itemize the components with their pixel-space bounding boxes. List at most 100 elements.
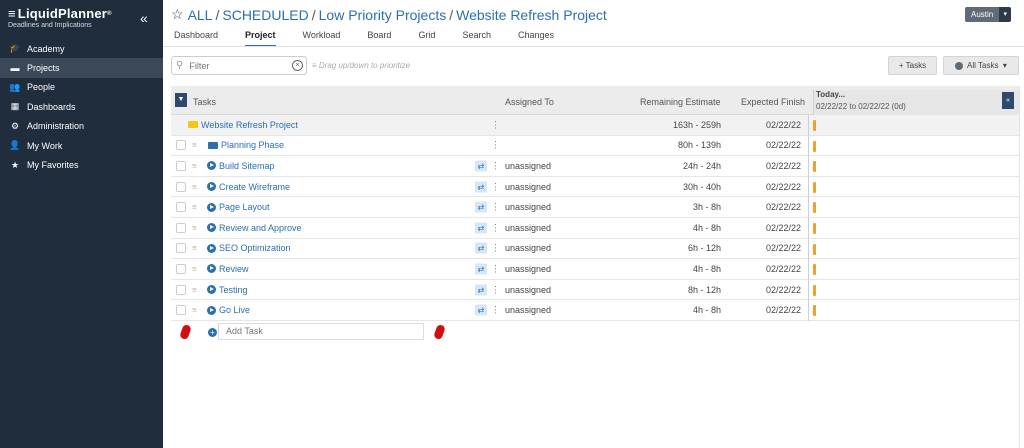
reassign-icon[interactable]: ⇄ — [475, 222, 487, 234]
assigned-to[interactable]: unassigned — [505, 243, 551, 253]
user-name[interactable]: Austin — [965, 7, 1000, 22]
tab-changes[interactable]: Changes — [518, 30, 554, 47]
more-options-icon[interactable]: ⋮ — [491, 181, 500, 192]
reassign-icon[interactable]: ⇄ — [475, 201, 487, 213]
breadcrumb-item[interactable]: Low Priority Projects — [319, 7, 447, 23]
header-assigned[interactable]: Assigned To — [505, 97, 554, 107]
drag-handle-icon[interactable]: ≡ — [192, 223, 197, 232]
row-checkbox[interactable] — [176, 284, 186, 295]
row-name[interactable]: Create Wireframe — [207, 182, 290, 192]
table-row[interactable]: ≡ Page Layout ⇄ ⋮ unassigned 3h - 8h 02/22/22 — [171, 197, 1019, 218]
sidebar-item-my-favorites[interactable]: ★ My Favorites — [0, 155, 163, 174]
assigned-to[interactable]: unassigned — [505, 182, 551, 192]
drag-handle-icon[interactable]: ≡ — [192, 203, 197, 212]
sidebar-item-people[interactable]: 👥 People — [0, 78, 163, 97]
expand-timeline-icon[interactable]: « — [1002, 92, 1014, 109]
table-row[interactable]: ≡ Review and Approve ⇄ ⋮ unassigned 4h - 8h 02… — [171, 217, 1019, 239]
header-remaining[interactable]: Remaining Estimate — [640, 97, 721, 107]
row-checkbox[interactable] — [176, 160, 186, 171]
table-row[interactable]: ≡ Go Live ⇄ ⋮ unassigned 4h - 8h 02/22/22 — [171, 300, 1019, 321]
collapse-all-icon[interactable]: ▼ — [175, 93, 187, 107]
drag-handle-icon[interactable]: ≡ — [192, 306, 197, 315]
tab-grid[interactable]: Grid — [418, 30, 435, 47]
reassign-icon[interactable]: ⇄ — [475, 181, 487, 193]
row-checkbox[interactable] — [176, 222, 186, 233]
more-options-icon[interactable]: ⋮ — [491, 140, 500, 151]
drag-handle-icon[interactable]: ≡ — [192, 244, 197, 253]
drag-handle-icon[interactable]: ≡ — [192, 182, 197, 191]
assigned-to[interactable]: unassigned — [505, 264, 551, 274]
reassign-icon[interactable]: ⇄ — [475, 304, 487, 316]
drag-handle-icon[interactable]: ≡ — [192, 264, 197, 273]
tab-board[interactable]: Board — [367, 30, 391, 47]
remaining-estimate[interactable]: 3h - 8h — [693, 202, 721, 212]
favorite-star-icon[interactable]: ☆ — [171, 6, 184, 23]
remaining-estimate[interactable]: 4h - 8h — [693, 305, 721, 315]
more-options-icon[interactable]: ⋮ — [491, 202, 500, 213]
add-task-input[interactable] — [218, 322, 424, 340]
table-row[interactable]: ≡ Create Wireframe ⇄ ⋮ unassigned 30h - 40h 02… — [171, 176, 1019, 198]
row-name[interactable]: Review — [207, 264, 249, 274]
sidebar-item-my-work[interactable]: 👤 My Work — [0, 136, 163, 155]
row-checkbox[interactable] — [176, 243, 186, 254]
more-options-icon[interactable]: ⋮ — [491, 222, 500, 233]
header-tasks[interactable]: Tasks — [193, 97, 216, 107]
sidebar-item-academy[interactable]: 🎓 Academy — [0, 39, 163, 58]
assigned-to[interactable]: unassigned — [505, 223, 551, 233]
more-options-icon[interactable]: ⋮ — [491, 243, 500, 254]
add-tasks-button[interactable]: + Tasks — [888, 56, 937, 75]
row-name[interactable]: Planning Phase — [208, 140, 284, 150]
drag-handle-icon[interactable]: ≡ — [192, 161, 197, 170]
table-row[interactable]: ≡ Review ⇄ ⋮ unassigned 4h - 8h 02/22/22 — [171, 259, 1019, 280]
remaining-estimate[interactable]: 4h - 8h — [693, 264, 721, 274]
remaining-estimate[interactable]: 163h - 259h — [673, 120, 721, 130]
clear-filter-icon[interactable]: × — [292, 60, 303, 71]
tab-search[interactable]: Search — [462, 30, 491, 47]
row-checkbox[interactable] — [176, 263, 186, 274]
add-task-icon[interactable]: + — [208, 327, 217, 337]
row-name[interactable]: Website Refresh Project — [188, 120, 298, 130]
tab-workload[interactable]: Workload — [303, 30, 341, 47]
row-checkbox[interactable] — [176, 140, 186, 151]
all-tasks-dropdown[interactable]: All Tasks ▾ — [943, 56, 1019, 75]
row-checkbox[interactable] — [176, 305, 186, 316]
row-checkbox[interactable] — [176, 181, 186, 192]
header-finish[interactable]: Expected Finish — [741, 97, 805, 107]
reassign-icon[interactable]: ⇄ — [475, 263, 487, 275]
more-options-icon[interactable]: ⋮ — [491, 305, 500, 316]
chevron-down-icon[interactable]: ▾ — [999, 7, 1012, 22]
filter-input[interactable] — [189, 60, 288, 71]
row-name[interactable]: Go Live — [207, 305, 250, 315]
table-row[interactable]: Website Refresh Project ⋮ 163h - 259h 02/22… — [171, 115, 1019, 136]
sidebar-item-projects[interactable]: ▬ Projects — [0, 58, 163, 78]
assigned-to[interactable]: unassigned — [505, 305, 551, 315]
drag-handle-icon[interactable]: ≡ — [192, 285, 197, 294]
logo[interactable]: ≡ LiquidPlanner ® Deadlines and Implicatio… — [8, 6, 128, 29]
row-checkbox[interactable] — [176, 202, 186, 213]
remaining-estimate[interactable]: 30h - 40h — [683, 182, 721, 192]
reassign-icon[interactable]: ⇄ — [475, 242, 487, 254]
row-name[interactable]: SEO Optimization — [207, 243, 291, 253]
tab-dashboard[interactable]: Dashboard — [174, 30, 218, 47]
sidebar-item-administration[interactable]: ⚙ Administration — [0, 117, 163, 136]
more-options-icon[interactable]: ⋮ — [491, 284, 500, 295]
more-options-icon[interactable]: ⋮ — [491, 160, 500, 171]
reassign-icon[interactable]: ⇄ — [475, 160, 487, 172]
row-name[interactable]: Build Sitemap — [207, 161, 275, 171]
remaining-estimate[interactable]: 8h - 12h — [688, 285, 721, 295]
breadcrumb-item[interactable]: ALL — [188, 7, 213, 23]
table-row[interactable]: ≡ Build Sitemap ⇄ ⋮ unassigned 24h - 24h 02/22… — [171, 156, 1019, 177]
drag-handle-icon[interactable]: ≡ — [192, 141, 197, 150]
sidebar-item-dashboards[interactable]: ▦ Dashboards — [0, 97, 163, 116]
user-menu[interactable]: Austin ▾ — [965, 7, 1012, 22]
assigned-to[interactable]: unassigned — [505, 202, 551, 212]
table-row[interactable]: ≡ Testing ⇄ ⋮ unassigned 8h - 12h 02/22/22 — [171, 279, 1019, 301]
row-name[interactable]: Review and Approve — [207, 223, 302, 233]
row-name[interactable]: Testing — [207, 285, 248, 295]
breadcrumb-item[interactable]: SCHEDULED — [222, 7, 308, 23]
reassign-icon[interactable]: ⇄ — [475, 284, 487, 296]
more-options-icon[interactable]: ⋮ — [491, 119, 500, 130]
remaining-estimate[interactable]: 80h - 139h — [678, 140, 721, 150]
remaining-estimate[interactable]: 6h - 12h — [688, 243, 721, 253]
table-row[interactable]: ≡ SEO Optimization ⇄ ⋮ unassigned 6h - 12h 02/… — [171, 238, 1019, 260]
